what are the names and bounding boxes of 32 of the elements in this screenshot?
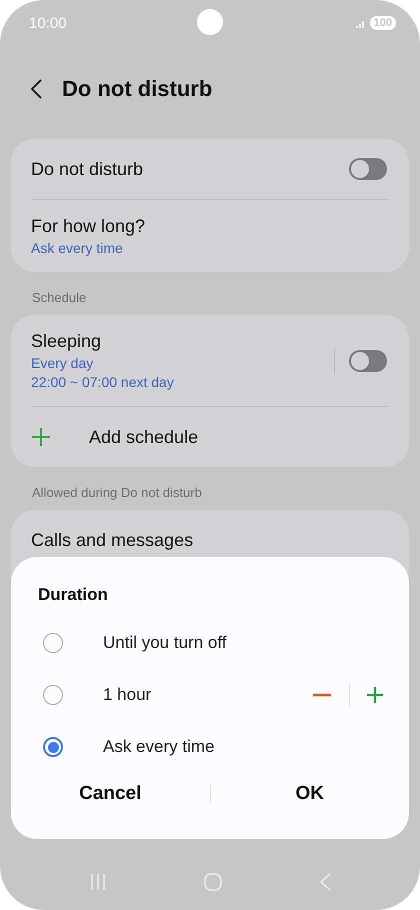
row-title: Calls and messages: [31, 530, 194, 550]
radio-button[interactable]: [43, 633, 63, 653]
signal-icon: [356, 18, 366, 28]
option-label[interactable]: 1 hour: [103, 685, 313, 705]
toggle-switch[interactable]: [349, 350, 387, 372]
back-icon[interactable]: [30, 79, 42, 99]
dialog-button[interactable]: Cancel: [11, 775, 210, 813]
minus-icon[interactable]: [313, 693, 331, 697]
option-label[interactable]: Until you turn off: [103, 633, 383, 653]
plus-icon[interactable]: [367, 687, 383, 703]
radio-button[interactable]: [43, 737, 63, 757]
row-subtitle: Every day: [31, 355, 94, 371]
section-label: Allowed during Do not disturb: [32, 485, 203, 500]
row-title: Do not disturb: [31, 158, 144, 180]
battery-level: 100: [370, 16, 396, 30]
toggle-switch[interactable]: [349, 158, 387, 180]
row-title: Sleeping: [31, 331, 102, 352]
row-subtitle: 22:00 ~ 07:00 next day: [31, 374, 175, 390]
row-subtitle: Ask every time: [31, 240, 124, 256]
option-label[interactable]: Ask every time: [103, 737, 383, 757]
plus-icon: [31, 427, 51, 447]
camera-cutout: [197, 9, 223, 35]
status-time: 10:00: [29, 14, 67, 32]
dialog-title: Duration: [38, 585, 109, 605]
recent-apps-icon[interactable]: [88, 873, 107, 891]
home-icon[interactable]: [204, 873, 222, 891]
radio-button[interactable]: [43, 685, 63, 705]
page-title: Do not disturb: [62, 76, 212, 102]
row-title[interactable]: Add schedule: [89, 426, 387, 448]
dialog-button[interactable]: OK: [210, 775, 409, 813]
row-title: For how long?: [31, 216, 146, 237]
section-label: Schedule: [32, 290, 88, 305]
